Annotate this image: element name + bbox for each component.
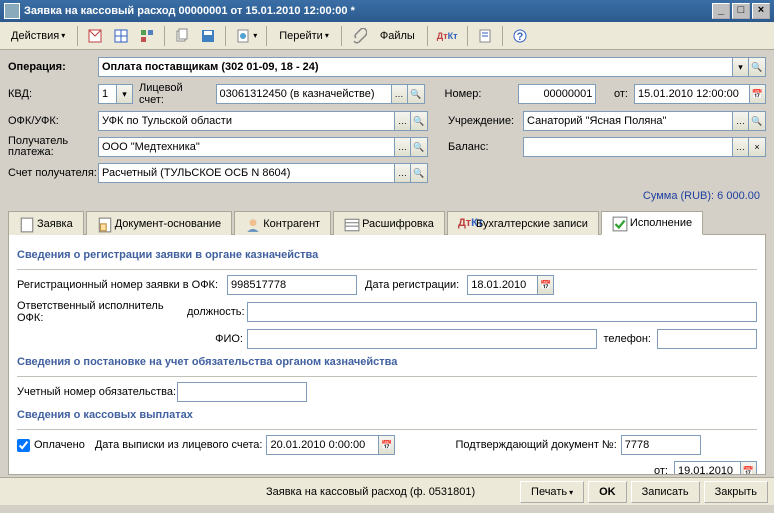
schet-field[interactable] [98, 163, 394, 183]
status-text: Заявка на кассовый расход (ф. 0531801) [6, 486, 475, 498]
tb-attach-icon[interactable] [347, 25, 371, 47]
maximize-button[interactable]: □ [732, 3, 750, 19]
ot-calendar-icon[interactable]: 📅 [749, 84, 766, 104]
fio-label: ФИО: [187, 333, 247, 345]
uchr-more-icon[interactable]: … [732, 111, 749, 131]
dolzh-field[interactable] [247, 302, 757, 322]
minimize-button[interactable]: _ [712, 3, 730, 19]
actions-menu[interactable]: Действия [4, 25, 72, 47]
uchn-field[interactable] [177, 382, 307, 402]
vypisk-calendar-icon[interactable]: 📅 [378, 435, 395, 455]
tb-save-icon[interactable] [196, 25, 220, 47]
tel-field[interactable] [657, 329, 757, 349]
recip-search-icon[interactable]: 🔍 [411, 137, 428, 157]
regdate-calendar-icon[interactable]: 📅 [537, 275, 554, 295]
ot-field[interactable] [634, 84, 749, 104]
oplacheno-checkbox[interactable] [17, 439, 30, 452]
section-obligation: Сведения о постановке на учет обязательс… [17, 356, 757, 370]
close-button[interactable]: Закрыть [704, 481, 768, 503]
lschet-search-icon[interactable]: 🔍 [408, 84, 425, 104]
ok-button[interactable]: OK [588, 481, 627, 503]
svg-text:?: ? [516, 31, 523, 43]
window-title: Заявка на кассовый расход 00000001 от 15… [24, 5, 710, 17]
kvd-field[interactable] [98, 84, 116, 104]
balance-label: Баланс: [448, 141, 523, 153]
operation-field[interactable] [98, 57, 732, 77]
summa-label: Сумма (RUB): 6 000.00 [8, 188, 766, 204]
fio-field[interactable] [247, 329, 597, 349]
uchr-label: Учреждение: [448, 115, 523, 127]
lschet-field[interactable] [216, 84, 391, 104]
operation-label: Операция: [8, 61, 98, 73]
section-registration: Сведения о регистрации заявки в органе к… [17, 249, 757, 263]
goto-menu[interactable]: Перейти [272, 25, 336, 47]
pdoc-field[interactable] [621, 435, 701, 455]
section-payments: Сведения о кассовых выплатах [17, 409, 757, 423]
tb-help-icon[interactable]: ? [508, 25, 532, 47]
resp-label: Ответственный исполнитель ОФК: [17, 300, 187, 324]
save-button[interactable]: Записать [631, 481, 700, 503]
tab-dokument[interactable]: Документ-основание [86, 211, 232, 235]
ofk-search-icon[interactable]: 🔍 [411, 111, 428, 131]
tb-grid-icon[interactable] [109, 25, 133, 47]
pdate-field[interactable] [674, 461, 740, 475]
tb-post-icon[interactable] [83, 25, 107, 47]
tab-strip: Заявка Документ-основание Контрагент Рас… [8, 210, 766, 235]
kvd-label: КВД: [8, 88, 98, 100]
tb-copy-icon[interactable] [170, 25, 194, 47]
kvd-dropdown-icon[interactable]: ▾ [116, 84, 133, 104]
pdoc-label: Подтверждающий документ №: [455, 439, 616, 451]
tb-dtkt-icon[interactable]: ДтКт [433, 25, 462, 47]
regnum-field[interactable] [227, 275, 357, 295]
regdate-label: Дата регистрации: [365, 279, 459, 291]
nomer-label: Номер: [445, 88, 519, 100]
ot-label: от: [602, 88, 628, 100]
ofk-label: ОФК/УФК: [8, 115, 98, 127]
balance-clear-icon[interactable]: × [749, 137, 766, 157]
tab-kontragent[interactable]: Контрагент [234, 211, 331, 235]
vypisk-label: Дата выписки из лицевого счета: [95, 439, 263, 451]
tab-buhzapisi[interactable]: ДтКтБухгалтерские записи [447, 211, 599, 235]
ofk-field[interactable] [98, 111, 394, 131]
print-button[interactable]: Печать [520, 481, 584, 503]
files-button[interactable]: Файлы [373, 25, 422, 47]
uchr-field[interactable] [523, 111, 732, 131]
window-titlebar: Заявка на кассовый расход 00000001 от 15… [0, 0, 774, 22]
uchn-label: Учетный номер обязательства: [17, 386, 177, 398]
vypisk-field[interactable] [266, 435, 378, 455]
tab-ispolnenie[interactable]: Исполнение [601, 211, 703, 235]
nomer-field[interactable] [518, 84, 596, 104]
tab-rasshifrovka[interactable]: Расшифровка [333, 211, 445, 235]
tb-structure-icon[interactable] [135, 25, 159, 47]
operation-dropdown-icon[interactable]: ▾ [732, 57, 749, 77]
tb-report-icon[interactable] [231, 25, 261, 47]
dolzh-label: должность: [187, 306, 247, 318]
recip-more-icon[interactable]: … [394, 137, 411, 157]
regnum-label: Регистрационный номер заявки в ОФК: [17, 279, 227, 291]
balance-more-icon[interactable]: … [732, 137, 749, 157]
ofk-more-icon[interactable]: … [394, 111, 411, 131]
pdate-label: от: [654, 465, 668, 475]
operation-search-icon[interactable]: 🔍 [749, 57, 766, 77]
oplacheno-label: Оплачено [34, 439, 85, 451]
balance-field[interactable] [523, 137, 732, 157]
main-toolbar: Действия Перейти Файлы ДтКт ? [0, 22, 774, 50]
lschet-label: Лицевой счет: [139, 82, 210, 106]
lschet-more-icon[interactable]: … [391, 84, 408, 104]
close-window-button[interactable]: × [752, 3, 770, 19]
tb-report2-icon[interactable] [473, 25, 497, 47]
tab-content-ispolnenie: Сведения о регистрации заявки в органе к… [8, 235, 766, 475]
tel-label: телефон: [603, 333, 651, 345]
regdate-field[interactable] [467, 275, 537, 295]
uchr-search-icon[interactable]: 🔍 [749, 111, 766, 131]
pdate-calendar-icon[interactable]: 📅 [740, 461, 757, 475]
tab-zayavka[interactable]: Заявка [8, 211, 84, 235]
schet-more-icon[interactable]: … [394, 163, 411, 183]
bottom-bar: Заявка на кассовый расход (ф. 0531801) П… [0, 477, 774, 505]
schet-search-icon[interactable]: 🔍 [411, 163, 428, 183]
app-icon [4, 3, 20, 19]
schet-label: Счет получателя: [8, 168, 98, 179]
recip-label: Получатель платежа: [8, 136, 98, 158]
recip-field[interactable] [98, 137, 394, 157]
